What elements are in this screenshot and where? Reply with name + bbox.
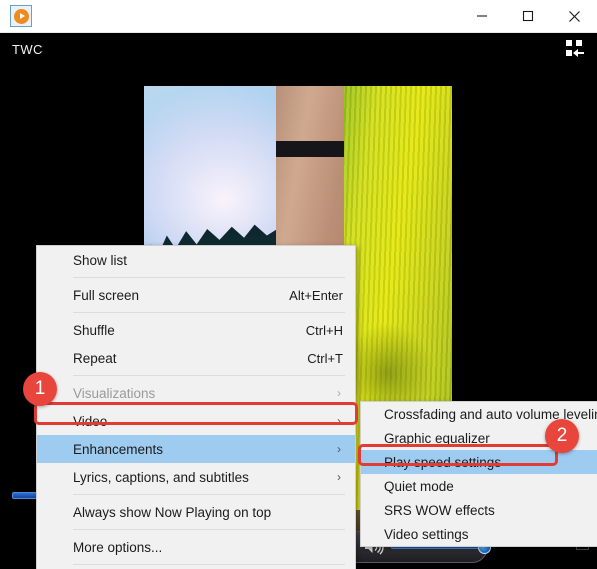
menu-item-label: Video [73, 413, 108, 429]
submenu-item-label: Quiet mode [384, 478, 454, 494]
menu-item-label: Full screen [73, 287, 140, 303]
window-controls [459, 0, 597, 33]
menu-item-label: Visualizations [73, 385, 156, 401]
chevron-right-icon: › [337, 386, 341, 400]
annotation-badge-1: 1 [23, 372, 57, 406]
menu-item-visualizations: Visualizations › [37, 379, 355, 407]
submenu-item-srs-wow-effects[interactable]: SRS WOW effects [361, 498, 597, 522]
menu-item-label: Lyrics, captions, and subtitles [73, 469, 249, 485]
menu-item-label: Show list [73, 252, 128, 268]
submenu-item-label: Video settings [384, 526, 469, 542]
media-player-window: TWC Show list Full screen Alt+Enter Shuffle… [0, 0, 597, 569]
menu-item-shortcut: Ctrl+H [305, 322, 343, 338]
annotation-badge-2: 2 [545, 419, 579, 453]
maximize-button[interactable] [505, 0, 551, 33]
title-bar [0, 0, 597, 33]
menu-item-label: Always show Now Playing on top [73, 504, 272, 520]
submenu-item-label: Play speed settings [384, 454, 502, 470]
menu-item-full-screen[interactable]: Full screen Alt+Enter [37, 281, 355, 309]
menu-item-video[interactable]: Video › [37, 407, 355, 435]
menu-separator [73, 375, 345, 376]
menu-separator [73, 277, 345, 278]
menu-item-label: Repeat [73, 350, 117, 366]
menu-item-enhancements[interactable]: Enhancements › [37, 435, 355, 463]
submenu-item-quiet-mode[interactable]: Quiet mode [361, 474, 597, 498]
menu-item-always-show-now-playing-on-top[interactable]: Always show Now Playing on top [37, 498, 355, 526]
menu-item-label: Enhancements [73, 441, 164, 457]
submenu-item-play-speed-settings[interactable]: Play speed settings [361, 450, 597, 474]
menu-item-show-list[interactable]: Show list [37, 246, 355, 274]
submenu-item-label: Graphic equalizer [384, 430, 490, 446]
menu-item-label: More options... [73, 539, 163, 555]
menu-item-shortcut: Ctrl+T [307, 350, 343, 366]
submenu-item-label: SRS WOW effects [384, 502, 495, 518]
minimize-button[interactable] [459, 0, 505, 33]
menu-item-shuffle[interactable]: Shuffle Ctrl+H [37, 316, 355, 344]
menu-item-label: Shuffle [73, 322, 115, 338]
chevron-right-icon: › [337, 414, 341, 428]
switch-to-library-icon[interactable] [563, 40, 585, 58]
menu-item-lyrics-captions-and-subtitles[interactable]: Lyrics, captions, and subtitles › [37, 463, 355, 491]
close-button[interactable] [551, 0, 597, 33]
chevron-right-icon: › [337, 442, 341, 456]
menu-separator [73, 529, 345, 530]
media-player-icon [10, 5, 32, 27]
menu-separator [73, 312, 345, 313]
chevron-right-icon: › [337, 470, 341, 484]
menu-item-shortcut: Alt+Enter [289, 287, 343, 303]
menu-separator [73, 494, 345, 495]
menu-item-repeat[interactable]: Repeat Ctrl+T [37, 344, 355, 372]
context-menu: Show list Full screen Alt+Enter Shuffle Ctrl… [36, 245, 356, 569]
menu-separator [73, 564, 345, 565]
now-playing-header: TWC [0, 33, 597, 65]
menu-item-more-options[interactable]: More options... [37, 533, 355, 561]
submenu-item-video-settings[interactable]: Video settings [361, 522, 597, 546]
now-playing-title: TWC [12, 41, 43, 57]
